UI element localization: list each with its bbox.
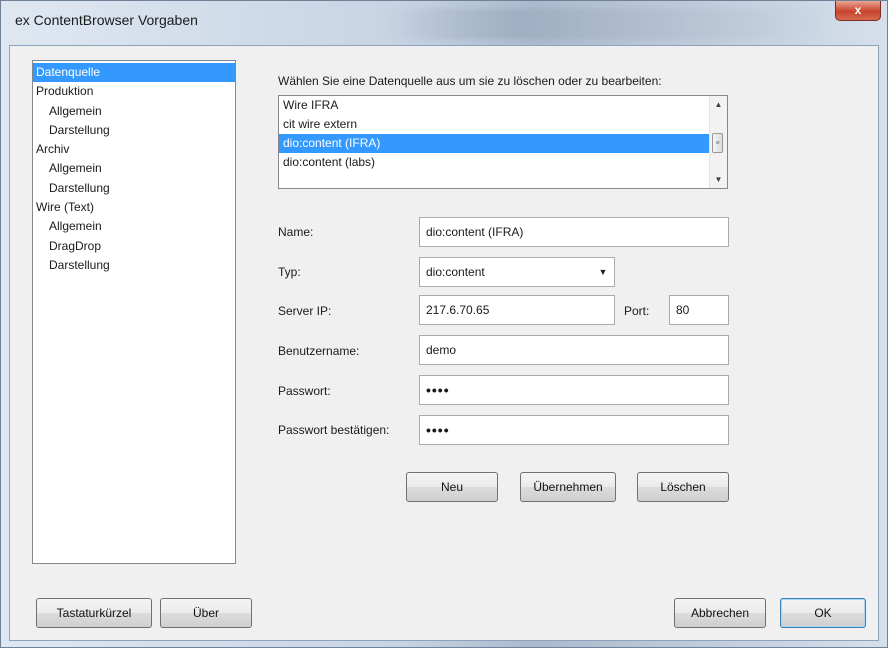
apply-button[interactable]: Übernehmen bbox=[520, 472, 616, 502]
dialog-client-area: Datenquelle Produktion Allgemein Darstellun… bbox=[9, 45, 879, 641]
scroll-up-icon[interactable]: ▲ bbox=[710, 96, 727, 113]
settings-tree[interactable]: Datenquelle Produktion Allgemein Darstellun… bbox=[32, 60, 236, 564]
datasource-list-scrollbar[interactable]: ▲ ≡ ▼ bbox=[709, 96, 727, 188]
password-label: Passwort: bbox=[278, 384, 331, 398]
name-label: Name: bbox=[278, 225, 314, 239]
password-field[interactable]: •••• bbox=[419, 375, 729, 405]
about-button[interactable]: Über bbox=[160, 598, 252, 628]
server-ip-label: Server IP: bbox=[278, 304, 332, 318]
title-bar-background-blur bbox=[381, 9, 821, 39]
datasource-list[interactable]: Wire IFRA cit wire extern dio:content (IFR… bbox=[278, 95, 728, 189]
name-field[interactable]: dio:content (IFRA) bbox=[419, 217, 729, 247]
title-bar[interactable]: ex ContentBrowser Vorgaben x bbox=[1, 1, 887, 45]
datasource-instruction: Wählen Sie eine Datenquelle aus um sie z… bbox=[278, 74, 662, 88]
password-confirm-label: Passwort bestätigen: bbox=[278, 423, 390, 437]
close-icon: x bbox=[854, 3, 862, 17]
tree-item[interactable]: Darstellung bbox=[33, 121, 235, 140]
username-label: Benutzername: bbox=[278, 344, 360, 358]
typ-label: Typ: bbox=[278, 265, 301, 279]
server-ip-field[interactable]: 217.6.70.65 bbox=[419, 295, 615, 325]
datasource-list-item[interactable]: dio:content (IFRA) bbox=[279, 134, 709, 153]
tree-item[interactable]: Datenquelle bbox=[33, 63, 235, 83]
password-confirm-field[interactable]: •••• bbox=[419, 415, 729, 445]
tree-item[interactable]: Allgemein bbox=[33, 102, 235, 121]
tree-item[interactable]: DragDrop bbox=[33, 237, 235, 256]
port-label: Port: bbox=[624, 304, 650, 318]
window-title: ex ContentBrowser Vorgaben bbox=[15, 12, 198, 28]
dialog-window: ex ContentBrowser Vorgaben x Datenquelle… bbox=[0, 0, 888, 648]
typ-value: dio:content bbox=[426, 265, 485, 279]
typ-combobox[interactable]: dio:content ▼ bbox=[419, 257, 615, 287]
scroll-thumb[interactable]: ≡ bbox=[712, 133, 723, 153]
datasource-list-item[interactable]: cit wire extern bbox=[279, 115, 709, 134]
tree-item[interactable]: Produktion bbox=[33, 82, 235, 101]
datasource-list-item[interactable]: Wire IFRA bbox=[279, 96, 709, 115]
datasource-list-item[interactable]: dio:content (labs) bbox=[279, 153, 709, 172]
tree-item[interactable]: Archiv bbox=[33, 140, 235, 159]
tree-item[interactable]: Allgemein bbox=[33, 159, 235, 178]
chevron-down-icon[interactable]: ▼ bbox=[592, 258, 614, 286]
scroll-down-icon[interactable]: ▼ bbox=[710, 171, 727, 188]
tree-item[interactable]: Darstellung bbox=[33, 256, 235, 275]
ok-button[interactable]: OK bbox=[780, 598, 866, 628]
cancel-button[interactable]: Abbrechen bbox=[674, 598, 766, 628]
tree-item[interactable]: Darstellung bbox=[33, 179, 235, 198]
tree-item[interactable]: Allgemein bbox=[33, 217, 235, 236]
port-field[interactable]: 80 bbox=[669, 295, 729, 325]
delete-button[interactable]: Löschen bbox=[637, 472, 729, 502]
tree-item[interactable]: Wire (Text) bbox=[33, 198, 235, 217]
shortcuts-button[interactable]: Tastaturkürzel bbox=[36, 598, 152, 628]
new-button[interactable]: Neu bbox=[406, 472, 498, 502]
username-field[interactable]: demo bbox=[419, 335, 729, 365]
close-button[interactable]: x bbox=[835, 1, 881, 21]
